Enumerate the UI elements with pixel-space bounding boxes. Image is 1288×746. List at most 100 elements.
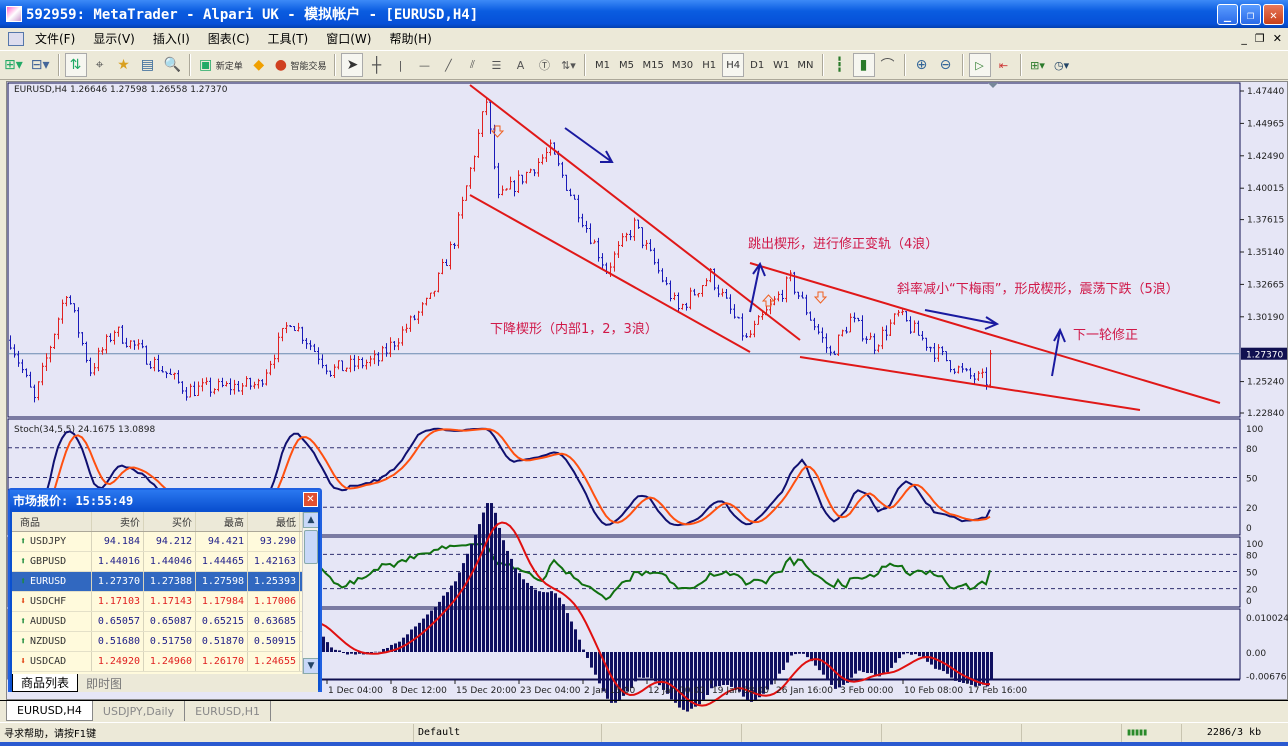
macd-histogram-bar — [806, 652, 809, 658]
osc-axis-label: 100 — [1246, 540, 1263, 550]
cell-low: 0.63685 — [248, 612, 300, 631]
column-low[interactable]: 最低 — [248, 512, 300, 531]
chart-tab-eurusd-h4[interactable]: EURUSD,H4 — [6, 701, 93, 721]
symbol-name: AUDUSD — [30, 616, 67, 627]
price-axis-label: 1.44965 — [1247, 119, 1284, 129]
macd-histogram-bar — [630, 652, 633, 689]
macd-histogram-bar — [846, 652, 849, 683]
price-axis-label: 1.32665 — [1247, 280, 1284, 290]
macd-histogram-bar — [538, 591, 541, 652]
market-watch-title: 市场报价: 15:55:49 — [13, 493, 134, 508]
macd-histogram-bar — [434, 607, 437, 652]
osc-axis-label: 80 — [1246, 551, 1258, 561]
cell-symbol: ⬆ AUDUSD — [12, 612, 92, 631]
macd-histogram-bar — [962, 652, 965, 683]
macd-histogram-bar — [722, 652, 725, 685]
macd-histogram-bar — [906, 652, 909, 654]
price-axis-label: 1.42490 — [1247, 152, 1284, 162]
cell-low: 0.50915 — [248, 632, 300, 651]
macd-axis-label: 0.010024 — [1246, 614, 1288, 624]
column-bid[interactable]: 卖价 — [92, 512, 144, 531]
market-watch-close-button[interactable]: ✕ — [303, 492, 318, 507]
cell-bid: 1.27370 — [92, 572, 144, 591]
macd-histogram-bar — [978, 652, 981, 686]
cell-bid: 1.17103 — [92, 592, 144, 611]
macd-histogram-bar — [518, 573, 521, 652]
macd-histogram-bar — [346, 652, 349, 655]
macd-histogram-bar — [870, 652, 873, 673]
macd-histogram-bar — [774, 652, 777, 680]
connection-bars-icon: ▮▮▮▮▮ — [1126, 727, 1148, 738]
symbol-name: USDCHF — [30, 596, 67, 607]
scroll-thumb[interactable] — [304, 530, 318, 564]
column-high[interactable]: 最高 — [196, 512, 248, 531]
cell-ask: 1.24960 — [144, 652, 196, 671]
market-watch-row[interactable]: ⬆ GBPUSD 1.44016 1.44046 1.44465 1.42163 — [12, 552, 318, 572]
macd-histogram-bar — [854, 652, 857, 674]
market-watch-row[interactable]: ⬇ USDCAD 1.24920 1.24960 1.26170 1.24655 — [12, 652, 318, 672]
macd-histogram-bar — [578, 639, 581, 652]
macd-histogram-bar — [590, 652, 593, 668]
macd-histogram-bar — [470, 543, 473, 652]
macd-histogram-bar — [650, 652, 653, 679]
tab-symbols[interactable]: 商品列表 — [12, 674, 79, 692]
up-arrow-icon: ⬆ — [20, 616, 27, 627]
current-price-label: 1.27370 — [1246, 351, 1283, 361]
macd-histogram-bar — [778, 652, 781, 674]
macd-histogram-bar — [526, 582, 529, 652]
macd-histogram-bar — [574, 629, 577, 652]
price-axis-label: 1.47440 — [1247, 87, 1284, 97]
market-watch-row[interactable]: ⬆ AUDUSD 0.65057 0.65087 0.65215 0.63685 — [12, 612, 318, 632]
macd-axis-label: -0.00676 — [1246, 673, 1287, 683]
cell-ask: 0.51750 — [144, 632, 196, 651]
main-chart-panel[interactable] — [7, 82, 1241, 418]
chart-tab-usdjpy-daily[interactable]: USDJPY,Daily — [93, 701, 186, 721]
column-ask[interactable]: 买价 — [144, 512, 196, 531]
macd-histogram-bar — [986, 652, 989, 687]
time-axis-label: 12 Jan 00:00 — [648, 686, 705, 696]
market-watch-row[interactable]: ⬆ NZDUSD 0.51680 0.51750 0.51870 0.50915 — [12, 632, 318, 652]
market-watch-row[interactable]: ⬆ USDJPY 94.184 94.212 94.421 93.290 — [12, 532, 318, 552]
macd-histogram-bar — [646, 652, 649, 678]
symbol-name: NZDUSD — [30, 636, 67, 647]
up-arrow-icon: ⬆ — [20, 576, 27, 587]
cell-high: 1.26170 — [196, 652, 248, 671]
chart-tab-eurusd-h1[interactable]: EURUSD,H1 — [185, 701, 272, 721]
time-axis-label: 19 Jan 08:00 — [712, 686, 769, 696]
column-symbol[interactable]: 商品 — [12, 512, 92, 531]
macd-histogram-bar — [458, 572, 461, 652]
macd-histogram-bar — [958, 652, 961, 682]
macd-histogram-bar — [534, 589, 537, 652]
market-watch-row[interactable]: ⬇ USDCHF 1.17103 1.17143 1.17984 1.17006 — [12, 592, 318, 612]
macd-histogram-bar — [718, 652, 721, 687]
stoch-axis-label: 20 — [1246, 504, 1258, 514]
macd-histogram-bar — [562, 604, 565, 652]
time-axis-label: 10 Feb 08:00 — [904, 686, 963, 696]
time-axis-label: 8 Dec 12:00 — [392, 686, 447, 696]
time-axis-label: 17 Feb 16:00 — [968, 686, 1027, 696]
macd-histogram-bar — [874, 652, 877, 676]
time-axis-label: 15 Dec 20:00 — [456, 686, 517, 696]
status-profile: Default — [414, 723, 602, 742]
status-traffic: 2286/3 kb — [1206, 727, 1262, 738]
macd-histogram-bar — [546, 592, 549, 652]
macd-histogram-bar — [426, 614, 429, 652]
macd-histogram-bar — [338, 650, 341, 652]
scroll-down-button[interactable]: ▼ — [303, 658, 318, 674]
tab-tick-chart[interactable]: 即时图 — [78, 674, 130, 692]
osc-axis-label: 20 — [1246, 586, 1258, 596]
scroll-up-button[interactable]: ▲ — [303, 512, 318, 528]
symbol-name: USDCAD — [30, 656, 67, 667]
price-axis-label: 1.37615 — [1247, 216, 1284, 226]
market-watch-scrollbar[interactable]: ▲ ▼ — [302, 512, 318, 674]
market-watch-row[interactable]: ⬆ EURUSD 1.27370 1.27388 1.27598 1.25393 — [12, 572, 318, 592]
macd-histogram-bar — [638, 652, 641, 678]
macd-histogram-bar — [522, 579, 525, 652]
macd-histogram-bar — [658, 652, 661, 686]
chart-tabs: EURUSD,H4 USDJPY,Daily EURUSD,H1 — [0, 700, 1288, 721]
osc-axis-label: 50 — [1246, 569, 1258, 579]
down-arrow-icon: ⬇ — [20, 656, 27, 667]
stoch-axis-label: 50 — [1246, 475, 1258, 485]
cell-low: 1.24655 — [248, 652, 300, 671]
macd-histogram-bar — [478, 524, 481, 652]
